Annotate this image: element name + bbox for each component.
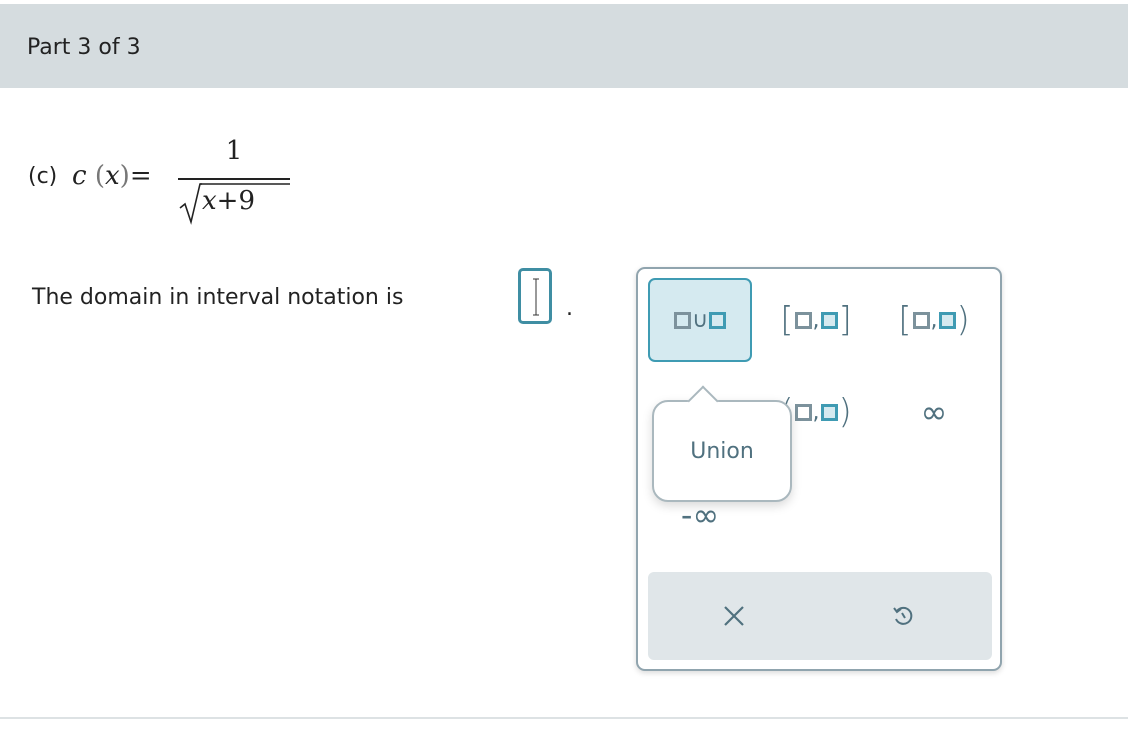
denominator-variable: x	[202, 186, 217, 216]
domain-prompt: The domain in interval notation is	[32, 285, 404, 310]
placeholder-box	[912, 311, 930, 329]
infinity-icon: ∞	[920, 393, 948, 431]
undo-icon	[893, 606, 913, 625]
closed-interval-key[interactable]: [,]	[764, 278, 868, 362]
placeholder-box	[709, 311, 727, 329]
placeholder-box	[820, 403, 838, 421]
text-cursor-icon	[533, 278, 539, 316]
placeholder-box	[673, 311, 691, 329]
answer-input[interactable]	[518, 268, 552, 324]
denominator-rest: +9	[216, 186, 255, 216]
part-title: Part 3 of 3	[27, 35, 141, 60]
function-name: c	[72, 161, 87, 191]
palette-toolbar	[648, 572, 992, 660]
comma: ,	[812, 399, 820, 425]
placeholder-box	[794, 311, 812, 329]
part-header: Part 3 of 3	[0, 4, 1128, 88]
fraction-bar	[178, 178, 290, 180]
comma: ,	[812, 307, 820, 333]
denominator: x+9	[202, 186, 255, 216]
equals-sign: =	[129, 161, 152, 191]
placeholder-box	[938, 311, 956, 329]
function-variable: x	[104, 161, 120, 191]
fraction: 1 x+9	[178, 136, 290, 225]
right-paren: )	[956, 300, 970, 340]
right-bracket: ]	[838, 300, 852, 340]
undo-button[interactable]	[881, 594, 925, 638]
tooltip-text: Union	[690, 438, 754, 464]
function-lhs: c (x)=	[72, 161, 152, 191]
comma: ,	[930, 307, 938, 333]
placeholder-box	[794, 403, 812, 421]
bottom-divider	[0, 717, 1128, 719]
union-tooltip: Union	[652, 400, 792, 502]
union-symbol: ∪	[691, 307, 709, 333]
left-bracket: [	[898, 300, 912, 340]
clear-button[interactable]	[712, 594, 756, 638]
math-palette: ∪ [,] [,) (,) ∞ -∞ Union	[636, 267, 1002, 671]
union-key[interactable]: ∪	[648, 278, 752, 362]
left-bracket: [	[780, 300, 794, 340]
half-open-interval-key[interactable]: [,)	[882, 278, 986, 362]
prompt-period: .	[566, 296, 573, 321]
placeholder-box	[820, 311, 838, 329]
part-label: (c)	[28, 164, 58, 189]
infinity-key[interactable]: ∞	[882, 370, 986, 454]
numerator: 1	[225, 136, 243, 166]
square-root-icon	[179, 183, 202, 225]
close-icon	[724, 606, 744, 626]
right-paren: )	[838, 392, 852, 432]
